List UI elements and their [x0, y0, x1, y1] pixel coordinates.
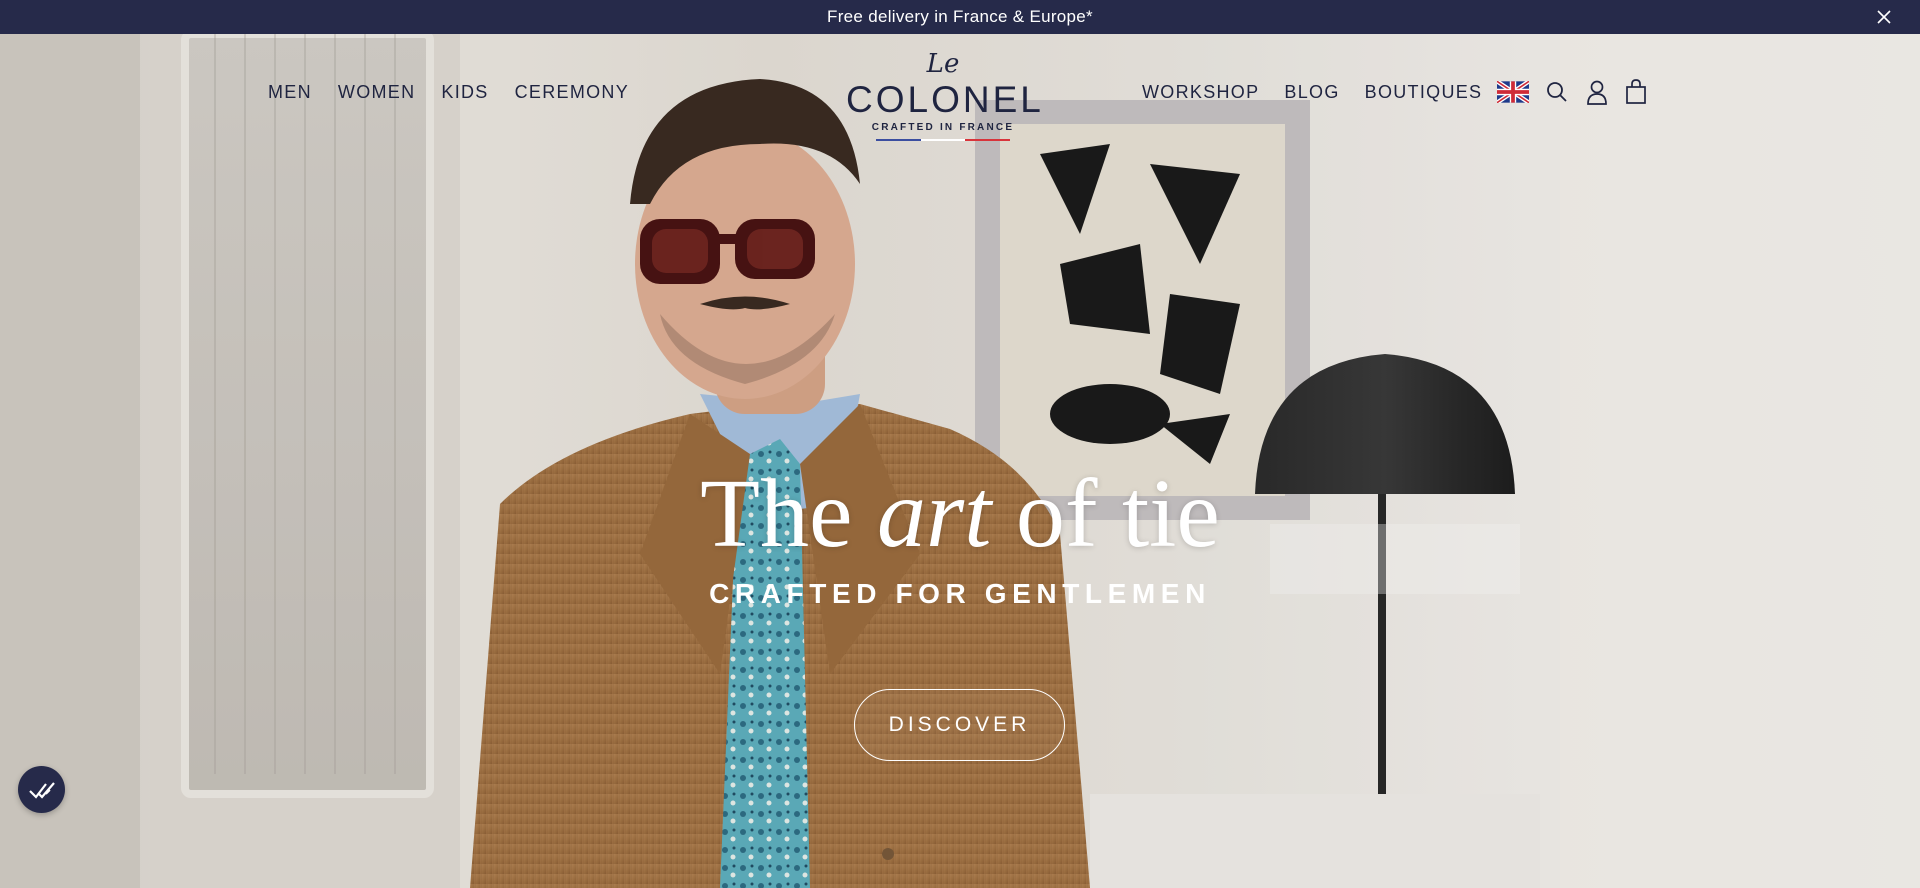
close-icon[interactable] — [1874, 7, 1894, 27]
hero-title-italic: art — [876, 460, 992, 568]
site-logo[interactable]: Le COLONEL CRAFTED IN FRANCE — [846, 49, 1044, 142]
nav-item-workshop[interactable]: WORKSHOP — [1142, 82, 1259, 102]
account-icon[interactable] — [1585, 79, 1609, 105]
nav-item-boutiques[interactable]: BOUTIQUES — [1365, 82, 1483, 102]
search-icon[interactable] — [1545, 80, 1569, 104]
hero-subtitle: CRAFTED FOR GENTLEMEN — [709, 578, 1211, 609]
nav-item-women[interactable]: WOMEN — [338, 82, 416, 102]
hero-title-part1: The — [700, 460, 877, 568]
site-header: MEN WOMEN KIDS CEREMONY Le COLONEL CRAFT… — [0, 34, 1920, 144]
primary-nav-right: WORKSHOP BLOG BOUTIQUES — [1142, 82, 1507, 102]
logo-name: COLONEL — [846, 79, 1044, 120]
uk-flag-icon[interactable] — [1497, 81, 1529, 103]
primary-nav-left: MEN WOMEN KIDS CEREMONY — [268, 82, 655, 102]
announcement-bar: Free delivery in France & Europe* — [0, 0, 1920, 34]
logo-tagline: CRAFTED IN FRANCE — [871, 122, 1015, 133]
announcement-text: Free delivery in France & Europe* — [827, 7, 1093, 26]
double-check-icon — [28, 781, 55, 799]
nav-item-kids[interactable]: KIDS — [441, 82, 488, 102]
hero-title-part2: of tie — [991, 460, 1220, 568]
hero-title: The art of tie — [0, 464, 1920, 564]
logo-tricolor-underline — [876, 139, 1011, 141]
nav-item-ceremony[interactable]: CEREMONY — [515, 82, 629, 102]
cart-icon[interactable] — [1625, 79, 1647, 105]
nav-item-blog[interactable]: BLOG — [1284, 82, 1339, 102]
discover-button[interactable]: DISCOVER — [854, 689, 1065, 761]
header-icons — [1497, 79, 1663, 105]
cookie-consent-button[interactable] — [18, 766, 65, 813]
logo-prefix: Le — [926, 49, 960, 79]
nav-item-men[interactable]: MEN — [268, 82, 312, 102]
